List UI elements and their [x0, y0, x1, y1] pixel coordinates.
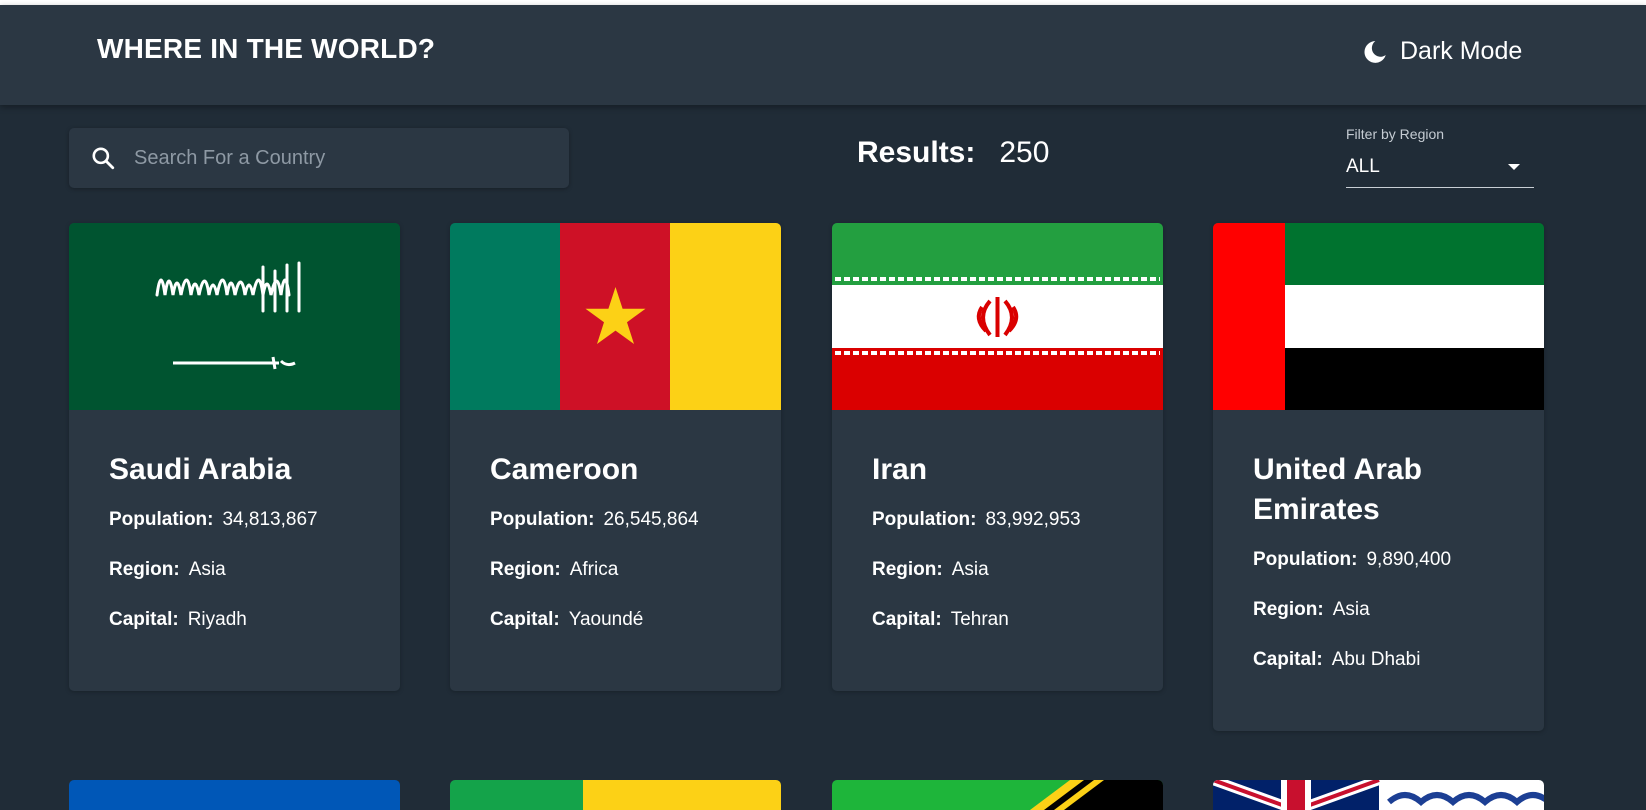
- capital-label: Capital:: [490, 609, 560, 630]
- capital-row: Capital: Riyadh: [109, 608, 360, 632]
- region-row: Region: Asia: [1253, 598, 1504, 622]
- capital-row: Capital: Yaoundé: [490, 608, 741, 632]
- search-box[interactable]: [69, 128, 569, 188]
- country-card[interactable]: United Arab Emirates Population: 9,890,40…: [1213, 223, 1544, 731]
- population-value: 9,890,400: [1366, 549, 1452, 570]
- flag-tanzania-partial: [832, 780, 1163, 810]
- flag-blue-partial: [69, 780, 400, 810]
- population-value: 83,992,953: [985, 509, 1081, 530]
- capital-value: Abu Dhabi: [1331, 649, 1421, 670]
- results-count: 250: [999, 136, 1050, 169]
- region-label: Region:: [109, 559, 180, 580]
- region-filter-value: ALL: [1346, 156, 1380, 177]
- population-row: Population: 26,545,864: [490, 508, 741, 532]
- capital-label: Capital:: [109, 609, 179, 630]
- country-name: Cameroon: [490, 453, 639, 486]
- dark-mode-toggle[interactable]: Dark Mode: [1362, 37, 1522, 66]
- results-summary: Results: 250: [857, 136, 1049, 170]
- region-label: Region:: [490, 559, 561, 580]
- region-value: Africa: [569, 559, 619, 580]
- country-name: Saudi Arabia: [109, 453, 292, 486]
- region-label: Region:: [1253, 599, 1324, 620]
- capital-value: Riyadh: [187, 609, 247, 630]
- region-row: Region: Africa: [490, 558, 741, 582]
- region-value: Asia: [951, 559, 989, 580]
- moon-icon: [1364, 40, 1386, 63]
- population-label: Population:: [109, 509, 214, 530]
- country-name: United Arab Emirates: [1253, 453, 1422, 526]
- country-card-partial[interactable]: [1213, 780, 1544, 810]
- caret-down-icon: [1508, 164, 1520, 170]
- region-row: Region: Asia: [872, 558, 1123, 582]
- region-filter-label: Filter by Region: [1346, 126, 1445, 142]
- population-label: Population:: [490, 509, 595, 530]
- region-row: Region: Asia: [109, 558, 360, 582]
- capital-row: Capital: Tehran: [872, 608, 1123, 632]
- flag-british-territory-partial: [1213, 780, 1544, 810]
- capital-value: Yaoundé: [568, 609, 644, 630]
- saudi-arabia-flag: [69, 223, 400, 410]
- dark-mode-label: Dark Mode: [1400, 37, 1523, 65]
- search-icon: [92, 147, 115, 170]
- population-row: Population: 83,992,953: [872, 508, 1123, 532]
- search-input[interactable]: [134, 138, 554, 178]
- country-card-partial[interactable]: [450, 780, 781, 810]
- population-row: Population: 34,813,867: [109, 508, 360, 532]
- iran-flag: [832, 223, 1163, 410]
- app-title: WHERE IN THE WORLD?: [97, 33, 436, 64]
- region-label: Region:: [872, 559, 943, 580]
- region-value: Asia: [188, 559, 226, 580]
- country-card[interactable]: Saudi Arabia Population: 34,813,867 Regio…: [69, 223, 400, 691]
- country-name: Iran: [872, 453, 928, 486]
- population-row: Population: 9,890,400: [1253, 548, 1504, 572]
- population-label: Population:: [1253, 549, 1358, 570]
- region-value: Asia: [1332, 599, 1370, 620]
- flag-green-yellow-partial: [450, 780, 781, 810]
- country-card-partial[interactable]: [832, 780, 1163, 810]
- population-label: Population:: [872, 509, 977, 530]
- cameroon-flag: [450, 223, 781, 410]
- country-card-partial[interactable]: [69, 780, 400, 810]
- capital-value: Tehran: [950, 609, 1009, 630]
- top-header: WHERE IN THE WORLD? Dark Mode: [0, 5, 1646, 105]
- population-value: 26,545,864: [603, 509, 699, 530]
- population-value: 34,813,867: [222, 509, 318, 530]
- capital-row: Capital: Abu Dhabi: [1253, 648, 1504, 672]
- country-card[interactable]: Cameroon Population: 26,545,864 Region: Af…: [450, 223, 781, 691]
- region-filter-select[interactable]: Filter by Region ALL: [1346, 126, 1534, 188]
- country-card[interactable]: Iran Population: 83,992,953 Region: Asia C…: [832, 223, 1163, 691]
- capital-label: Capital:: [872, 609, 942, 630]
- results-label: Results:: [857, 136, 976, 169]
- capital-label: Capital:: [1253, 649, 1323, 670]
- uae-flag: [1213, 223, 1544, 410]
